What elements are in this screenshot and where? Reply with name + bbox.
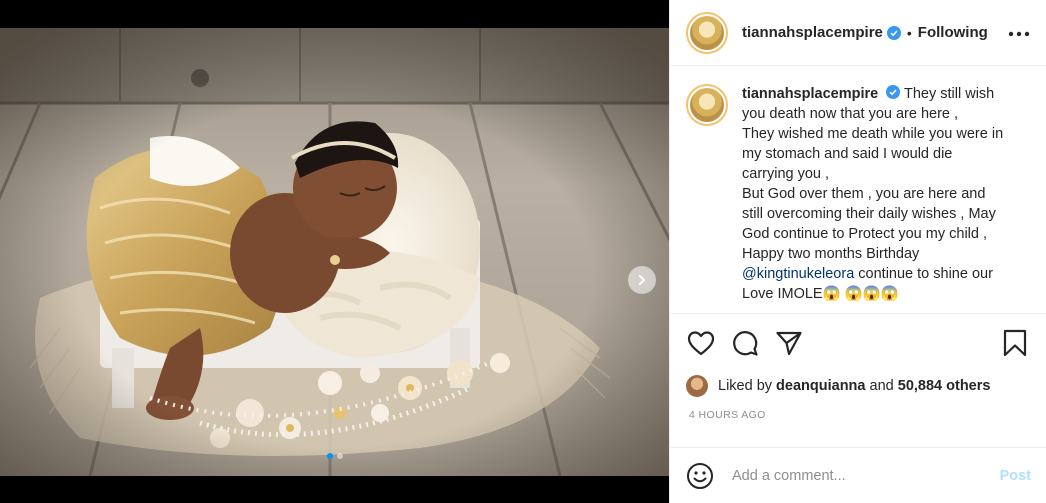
bookmark-icon xyxy=(1003,329,1027,357)
like-button[interactable] xyxy=(686,328,716,358)
caption-mention-line: @kingtinukeleora continue to shine our xyxy=(742,264,1024,284)
likes-count-link[interactable]: 50,884 others xyxy=(898,378,991,394)
verified-badge-icon xyxy=(886,85,901,99)
post-header: tiannahsplacempire • Following xyxy=(670,0,1046,66)
caption-line: carrying you , xyxy=(742,166,830,182)
caption-line: God continue to Protect you my child , xyxy=(742,226,988,242)
caption-username[interactable]: tiannahsplacempire xyxy=(742,86,878,102)
comment-button[interactable] xyxy=(730,328,760,358)
chevron-right-icon xyxy=(639,275,646,285)
emoji-button[interactable] xyxy=(686,462,714,490)
following-button[interactable]: Following xyxy=(918,24,988,41)
smiley-icon xyxy=(687,462,713,489)
heart-icon xyxy=(687,331,715,356)
carousel-indicator xyxy=(0,453,669,459)
post-comment-button[interactable]: Post xyxy=(1000,468,1031,484)
share-button[interactable] xyxy=(774,328,804,358)
comment-composer: Post xyxy=(670,447,1046,503)
caption-section: tiannahsplacempire They still wish you d… xyxy=(670,66,1046,314)
post-modal: tiannahsplacempire • Following tiannahsp… xyxy=(0,0,1046,503)
likes-summary: Liked by deanquianna and 50,884 others xyxy=(670,372,1046,400)
carousel-dot-active xyxy=(326,453,333,459)
author-avatar[interactable] xyxy=(686,11,728,54)
caption-line: They still wish xyxy=(904,86,995,102)
caption-line: continue to shine our xyxy=(854,266,993,282)
caption-text: tiannahsplacempire They still wish you d… xyxy=(742,84,1024,313)
carousel-next-button[interactable] xyxy=(628,266,656,294)
more-options-button[interactable] xyxy=(1008,24,1030,42)
header-separator: • xyxy=(906,24,912,41)
post-timestamp[interactable]: 4 HOURS AGO xyxy=(670,409,1046,431)
caption-line: my stomach and said I would die xyxy=(742,146,953,162)
caption-mention-link[interactable]: @kingtinukeleora xyxy=(742,266,854,282)
caption-author-avatar[interactable] xyxy=(686,84,728,126)
likes-middle: and xyxy=(869,378,894,394)
liker-username[interactable]: deanquianna xyxy=(776,378,865,394)
post-side-panel: tiannahsplacempire • Following tiannahsp… xyxy=(669,0,1046,503)
caption-line: still overcoming their daily wishes , Ma… xyxy=(742,206,996,222)
caption-line: But God over them , you are here and xyxy=(742,186,986,202)
paper-plane-icon xyxy=(776,331,802,356)
caption-line: you death now that you are here , xyxy=(742,106,959,122)
more-horizontal-icon xyxy=(1008,31,1030,36)
caption-line: Happy two months Birthday xyxy=(742,246,920,262)
likes-prefix: Liked by xyxy=(718,378,773,394)
save-button[interactable] xyxy=(1000,328,1030,358)
action-bar xyxy=(670,314,1046,372)
carousel-dot xyxy=(336,453,343,459)
author-username[interactable]: tiannahsplacempire xyxy=(742,24,883,41)
comment-icon xyxy=(733,331,758,356)
liker-avatar[interactable] xyxy=(686,375,708,397)
post-photo[interactable] xyxy=(0,28,669,476)
verified-badge-icon xyxy=(886,25,901,40)
caption-line: They wished me death while you were in xyxy=(742,126,1004,142)
comment-input[interactable] xyxy=(732,467,1000,484)
caption-line: Love IMOLE😱 😱😱😱 xyxy=(742,286,899,302)
newborn-photo-illustration xyxy=(0,28,669,476)
